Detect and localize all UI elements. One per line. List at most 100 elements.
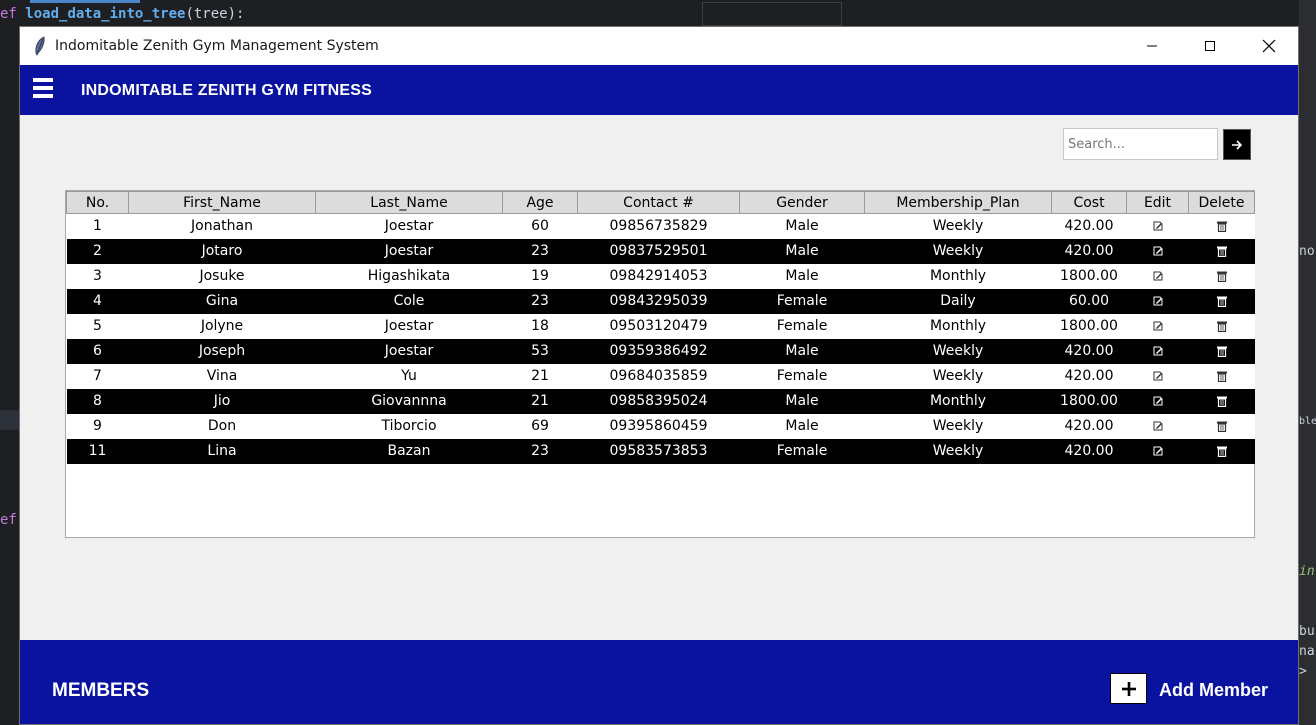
background-fragment: bu: [1299, 624, 1315, 639]
window-title: Indomitable Zenith Gym Management System: [55, 38, 379, 54]
last-name-cell: Bazan: [315, 438, 503, 464]
age-cell: 23: [502, 438, 578, 464]
trash-icon[interactable]: [1216, 220, 1228, 233]
edit-cell[interactable]: [1126, 238, 1189, 264]
close-button[interactable]: [1240, 27, 1298, 65]
column-header[interactable]: Gender: [739, 191, 865, 214]
edit-cell[interactable]: [1126, 413, 1189, 439]
edit-icon[interactable]: [1152, 320, 1164, 332]
edit-icon[interactable]: [1152, 370, 1164, 382]
hamburger-icon[interactable]: [33, 78, 53, 100]
trash-icon[interactable]: [1216, 395, 1228, 407]
edit-cell[interactable]: [1126, 263, 1189, 289]
last-name-cell: Joestar: [315, 238, 503, 264]
gender-cell: Male: [739, 213, 865, 239]
cost-cell: 420.00: [1051, 238, 1127, 264]
edit-icon[interactable]: [1152, 270, 1164, 282]
member-no-cell: 1: [66, 213, 129, 239]
column-header[interactable]: Delete: [1188, 191, 1255, 214]
table-row[interactable]: 9 Don Tiborcio 69 09395860459 Male Weekly 420.0…: [66, 413, 1255, 439]
delete-cell[interactable]: [1188, 413, 1255, 439]
search-button[interactable]: [1223, 129, 1251, 160]
table-row[interactable]: 1 Jonathan Joestar 60 09856735829 Male Weekly 4…: [66, 213, 1255, 239]
add-member-label[interactable]: Add Member: [1159, 680, 1268, 701]
background-code-fragment: ef: [0, 512, 17, 528]
background-fragment: >: [1299, 664, 1307, 679]
table-row[interactable]: 11 Lina Bazan 23 09583573853 Female Weekly 420.…: [66, 438, 1255, 464]
column-header[interactable]: Edit: [1126, 191, 1189, 214]
delete-cell[interactable]: [1188, 213, 1255, 239]
edit-icon[interactable]: [1152, 395, 1164, 407]
column-header[interactable]: Cost: [1051, 191, 1127, 214]
delete-cell[interactable]: [1188, 238, 1255, 264]
app-header: INDOMITABLE ZENITH GYM FITNESS: [20, 65, 1298, 115]
last-name-cell: Yu: [315, 363, 503, 389]
table-row[interactable]: 8 Jio Giovannna 21 09858395024 Male Monthly 180…: [66, 388, 1255, 414]
delete-cell[interactable]: [1188, 388, 1255, 414]
table-row[interactable]: 2 Jotaro Joestar 23 09837529501 Male Weekly 420…: [66, 238, 1255, 264]
gender-cell: Male: [739, 238, 865, 264]
trash-icon[interactable]: [1216, 370, 1228, 382]
member-no-cell: 8: [66, 388, 129, 414]
table-row[interactable]: 7 Vina Yu 21 09684035859 Female Weekly 420.00: [66, 363, 1255, 389]
column-header[interactable]: Contact #: [577, 191, 740, 214]
trash-icon[interactable]: [1216, 445, 1228, 457]
background-editor: ef load_data_into_tree(tree):: [0, 0, 860, 28]
edit-cell[interactable]: [1126, 338, 1189, 364]
delete-cell[interactable]: [1188, 263, 1255, 289]
first-name-cell: Vina: [128, 363, 316, 389]
edit-icon[interactable]: [1152, 295, 1164, 307]
last-name-cell: Higashikata: [315, 263, 503, 289]
edit-cell[interactable]: [1126, 388, 1189, 414]
table-row[interactable]: 5 Jolyne Joestar 18 09503120479 Female Monthly…: [66, 313, 1255, 339]
gender-cell: Male: [739, 338, 865, 364]
column-header[interactable]: Last_Name: [315, 191, 503, 214]
edit-cell[interactable]: [1126, 363, 1189, 389]
add-member-button[interactable]: [1110, 673, 1147, 704]
trash-icon[interactable]: [1216, 295, 1228, 307]
table-row[interactable]: 3 Josuke Higashikata 19 09842914053 Male Month…: [66, 263, 1255, 289]
delete-cell[interactable]: [1188, 313, 1255, 339]
last-name-cell: Joestar: [315, 313, 503, 339]
gender-cell: Female: [739, 363, 865, 389]
edit-icon[interactable]: [1152, 420, 1164, 432]
first-name-cell: Joseph: [128, 338, 316, 364]
trash-icon[interactable]: [1216, 270, 1228, 282]
edit-cell[interactable]: [1126, 288, 1189, 314]
table-row[interactable]: 4 Gina Cole 23 09843295039 Female Daily 60.00: [66, 288, 1255, 314]
edit-cell[interactable]: [1126, 313, 1189, 339]
maximize-button[interactable]: [1181, 27, 1239, 65]
column-header[interactable]: Age: [502, 191, 578, 214]
last-name-cell: Joestar: [315, 338, 503, 364]
edit-icon[interactable]: [1152, 245, 1164, 257]
background-fragment: in: [1299, 564, 1315, 579]
search-input[interactable]: [1063, 128, 1218, 160]
plus-icon: [1121, 681, 1136, 696]
gender-cell: Male: [739, 388, 865, 414]
delete-cell[interactable]: [1188, 338, 1255, 364]
cost-cell: 1800.00: [1051, 263, 1127, 289]
table-row[interactable]: 6 Joseph Joestar 53 09359386492 Male Weekly 420…: [66, 338, 1255, 364]
edit-icon[interactable]: [1152, 345, 1164, 357]
edit-cell[interactable]: [1126, 213, 1189, 239]
trash-icon[interactable]: [1216, 245, 1228, 257]
edit-icon[interactable]: [1152, 445, 1164, 457]
close-icon: [1262, 39, 1276, 53]
column-header[interactable]: No.: [66, 191, 129, 214]
delete-cell[interactable]: [1188, 363, 1255, 389]
delete-cell[interactable]: [1188, 438, 1255, 464]
column-header[interactable]: First_Name: [128, 191, 316, 214]
column-header[interactable]: Membership_Plan: [864, 191, 1052, 214]
edit-cell[interactable]: [1126, 438, 1189, 464]
trash-icon[interactable]: [1216, 420, 1228, 432]
edit-icon[interactable]: [1152, 220, 1164, 232]
delete-cell[interactable]: [1188, 288, 1255, 314]
trash-icon[interactable]: [1216, 345, 1228, 357]
age-cell: 21: [502, 363, 578, 389]
contact-cell: 09684035859: [577, 363, 740, 389]
trash-icon[interactable]: [1216, 320, 1228, 332]
member-no-cell: 6: [66, 338, 129, 364]
title-bar[interactable]: Indomitable Zenith Gym Management System: [20, 27, 1298, 65]
age-cell: 23: [502, 288, 578, 314]
minimize-button[interactable]: [1123, 27, 1181, 65]
